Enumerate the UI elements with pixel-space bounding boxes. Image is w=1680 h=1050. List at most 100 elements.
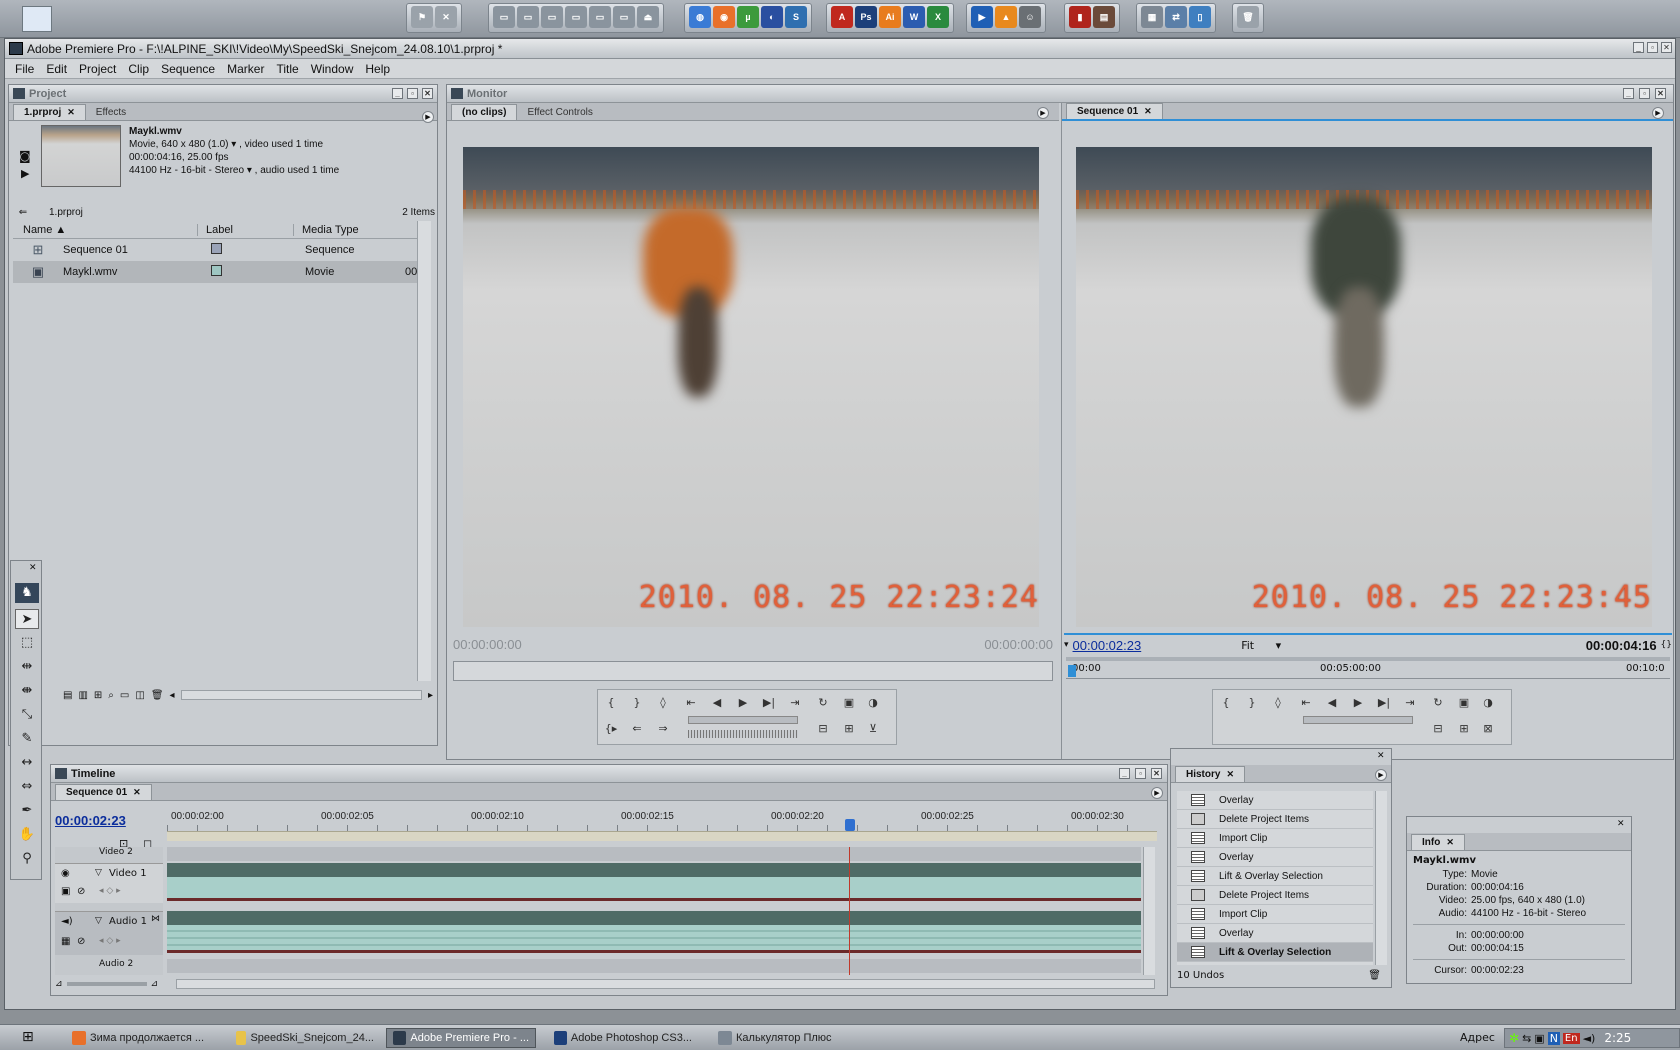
drive-icon[interactable]: ▭	[493, 6, 515, 28]
mark-in-icon[interactable]: {	[1217, 694, 1235, 712]
dropdown-arrow-icon[interactable]: ▾	[231, 139, 236, 150]
photoshop-icon[interactable]: Ps	[855, 6, 877, 28]
razor-tool-icon[interactable]: ✎	[15, 729, 39, 749]
scroll-right-icon[interactable]: ▸	[428, 690, 433, 701]
column-name[interactable]: Name ▲	[13, 224, 197, 236]
insert-icon[interactable]: ⊟	[814, 720, 832, 738]
menu-clip[interactable]: Clip	[122, 62, 155, 76]
horizontal-scrollbar[interactable]	[180, 690, 422, 700]
history-item[interactable]: Import Clip	[1177, 829, 1373, 848]
media-player-icon[interactable]: ▶	[971, 6, 993, 28]
safe-margins-icon[interactable]: ▣	[840, 694, 858, 712]
set-marker-icon[interactable]: ◊	[654, 694, 672, 712]
calculator-icon[interactable]: ▦	[1141, 6, 1163, 28]
new-item-icon[interactable]: ◫	[135, 690, 144, 701]
audio1-clip-header[interactable]	[167, 911, 1141, 925]
taskbar-item-calculator[interactable]: Калькулятор Плюс	[712, 1028, 862, 1048]
earth-icon[interactable]: ◐	[761, 6, 783, 28]
ripple-edit-tool-icon[interactable]: ⇹	[15, 657, 39, 677]
menu-edit[interactable]: Edit	[40, 62, 73, 76]
project-list-scrollbar[interactable]	[417, 221, 431, 681]
display-style-icon[interactable]: ▣	[61, 886, 70, 897]
video2-track[interactable]	[167, 847, 1141, 861]
play-icon[interactable]: ▶	[734, 694, 752, 712]
panel-maximize-button[interactable]: ▫	[407, 88, 418, 99]
panel-menu-button[interactable]: ▶	[422, 111, 434, 123]
program-menu-button[interactable]: ▶	[1652, 107, 1664, 119]
mark-in-icon[interactable]: {	[602, 694, 620, 712]
history-item[interactable]: Delete Project Items	[1177, 886, 1373, 905]
illustrator-icon[interactable]: Ai	[879, 6, 901, 28]
tab-source[interactable]: (no clips)	[451, 104, 518, 120]
menu-sequence[interactable]: Sequence	[155, 62, 221, 76]
label-swatch[interactable]	[211, 243, 222, 254]
output-icon[interactable]: ◑	[864, 694, 882, 712]
eye-icon[interactable]: ◉	[61, 868, 70, 879]
work-area-bar[interactable]	[167, 831, 1157, 841]
column-label[interactable]: Label	[197, 223, 293, 236]
address-label[interactable]: Адрес	[1460, 1031, 1495, 1044]
slip-tool-icon[interactable]: ↔	[15, 753, 39, 773]
camera-icon[interactable]: ◙	[19, 149, 31, 163]
scroll-left-icon[interactable]: ◂	[170, 690, 175, 701]
track-header-video1[interactable]: ◉ ▽ Video 1 ▣ ⊘ ◂ ◇ ▸	[55, 863, 163, 903]
zoom-in-icon[interactable]: ⊿	[151, 979, 159, 989]
zoom-out-icon[interactable]: ⊿	[55, 979, 63, 989]
speaker-icon[interactable]: ◄)	[61, 916, 73, 927]
panel-close-button[interactable]: ✕	[1655, 88, 1666, 99]
menu-help[interactable]: Help	[359, 62, 396, 76]
tray-nvidia-icon[interactable]: N	[1547, 1031, 1560, 1045]
timeline-current-time[interactable]: 00:00:02:23	[55, 813, 126, 828]
tab-close-icon[interactable]: ✕	[1226, 769, 1234, 780]
extract-icon[interactable]: ⊞	[1455, 720, 1473, 738]
icon-view-icon[interactable]: ▥	[78, 690, 87, 701]
jog-disk[interactable]	[688, 730, 798, 738]
notebook-icon[interactable]: ▯	[1189, 6, 1211, 28]
history-item[interactable]: Overlay	[1177, 848, 1373, 867]
audio-sync-icon[interactable]: ⋈	[151, 914, 160, 924]
selection-tool-icon[interactable]: ➤	[15, 609, 39, 629]
goto-next-icon[interactable]: ⇒	[654, 720, 672, 738]
maximize-button[interactable]: ▫	[1647, 42, 1658, 53]
mark-out-icon[interactable]: }	[1243, 694, 1261, 712]
step-back-icon[interactable]: ◀	[708, 694, 726, 712]
panel-minimize-button[interactable]: _	[1623, 88, 1634, 99]
goto-in-icon[interactable]: ⇤	[1297, 694, 1315, 712]
history-close-panel-icon[interactable]: ✕	[1377, 751, 1385, 761]
filmstrip-icon[interactable]: ▤	[1093, 6, 1115, 28]
goto-out-icon[interactable]: ⇥	[1401, 694, 1419, 712]
panel-minimize-button[interactable]: _	[1119, 768, 1130, 779]
tab-program-sequence[interactable]: Sequence 01 ✕	[1066, 103, 1163, 119]
list-view-icon[interactable]: ▤	[63, 690, 72, 701]
audio1-clip[interactable]	[167, 925, 1141, 953]
history-item[interactable]: Overlay	[1177, 791, 1373, 810]
video1-clip-header[interactable]	[167, 863, 1141, 877]
timeline-vertical-scrollbar[interactable]	[1143, 847, 1155, 975]
mark-out-icon[interactable]: }	[628, 694, 646, 712]
safe-margins-icon[interactable]: ▣	[1455, 694, 1473, 712]
hand-tool-icon[interactable]: ✋	[15, 825, 39, 845]
timeline-menu-button[interactable]: ▶	[1151, 787, 1163, 799]
shuttle-slider[interactable]	[1303, 716, 1413, 724]
dropdown-arrow-icon[interactable]: ▾	[247, 165, 252, 176]
info-close-panel-icon[interactable]: ✕	[1617, 819, 1625, 829]
history-item[interactable]: Overlay	[1177, 924, 1373, 943]
play-icon[interactable]: ▶	[1349, 694, 1367, 712]
utorrent-icon[interactable]: µ	[737, 6, 759, 28]
lift-icon[interactable]: ⊟	[1429, 720, 1447, 738]
flag-icon[interactable]: ⚑	[411, 6, 433, 28]
history-menu-button[interactable]: ▶	[1375, 769, 1387, 781]
overlay-icon[interactable]: ⊞	[840, 720, 858, 738]
list-item[interactable]: ⊞ Sequence 01 Sequence	[13, 239, 417, 261]
shuttle-slider[interactable]	[688, 716, 798, 724]
video1-clip[interactable]	[167, 877, 1141, 901]
timeline-ruler[interactable]: 00:00:02:00 00:00:02:05 00:00:02:10 00:0…	[167, 805, 1157, 843]
drive-icon[interactable]: ▭	[541, 6, 563, 28]
panel-maximize-button[interactable]: ▫	[1639, 88, 1650, 99]
chevron-down-icon[interactable]: ▽	[95, 868, 102, 878]
panel-minimize-button[interactable]: _	[392, 88, 403, 99]
tab-sequence[interactable]: Sequence 01 ✕	[55, 784, 152, 800]
clock[interactable]: 2:25	[1604, 1031, 1631, 1045]
menu-project[interactable]: Project	[73, 62, 122, 76]
track-header-audio2[interactable]: Audio 2	[55, 959, 163, 973]
